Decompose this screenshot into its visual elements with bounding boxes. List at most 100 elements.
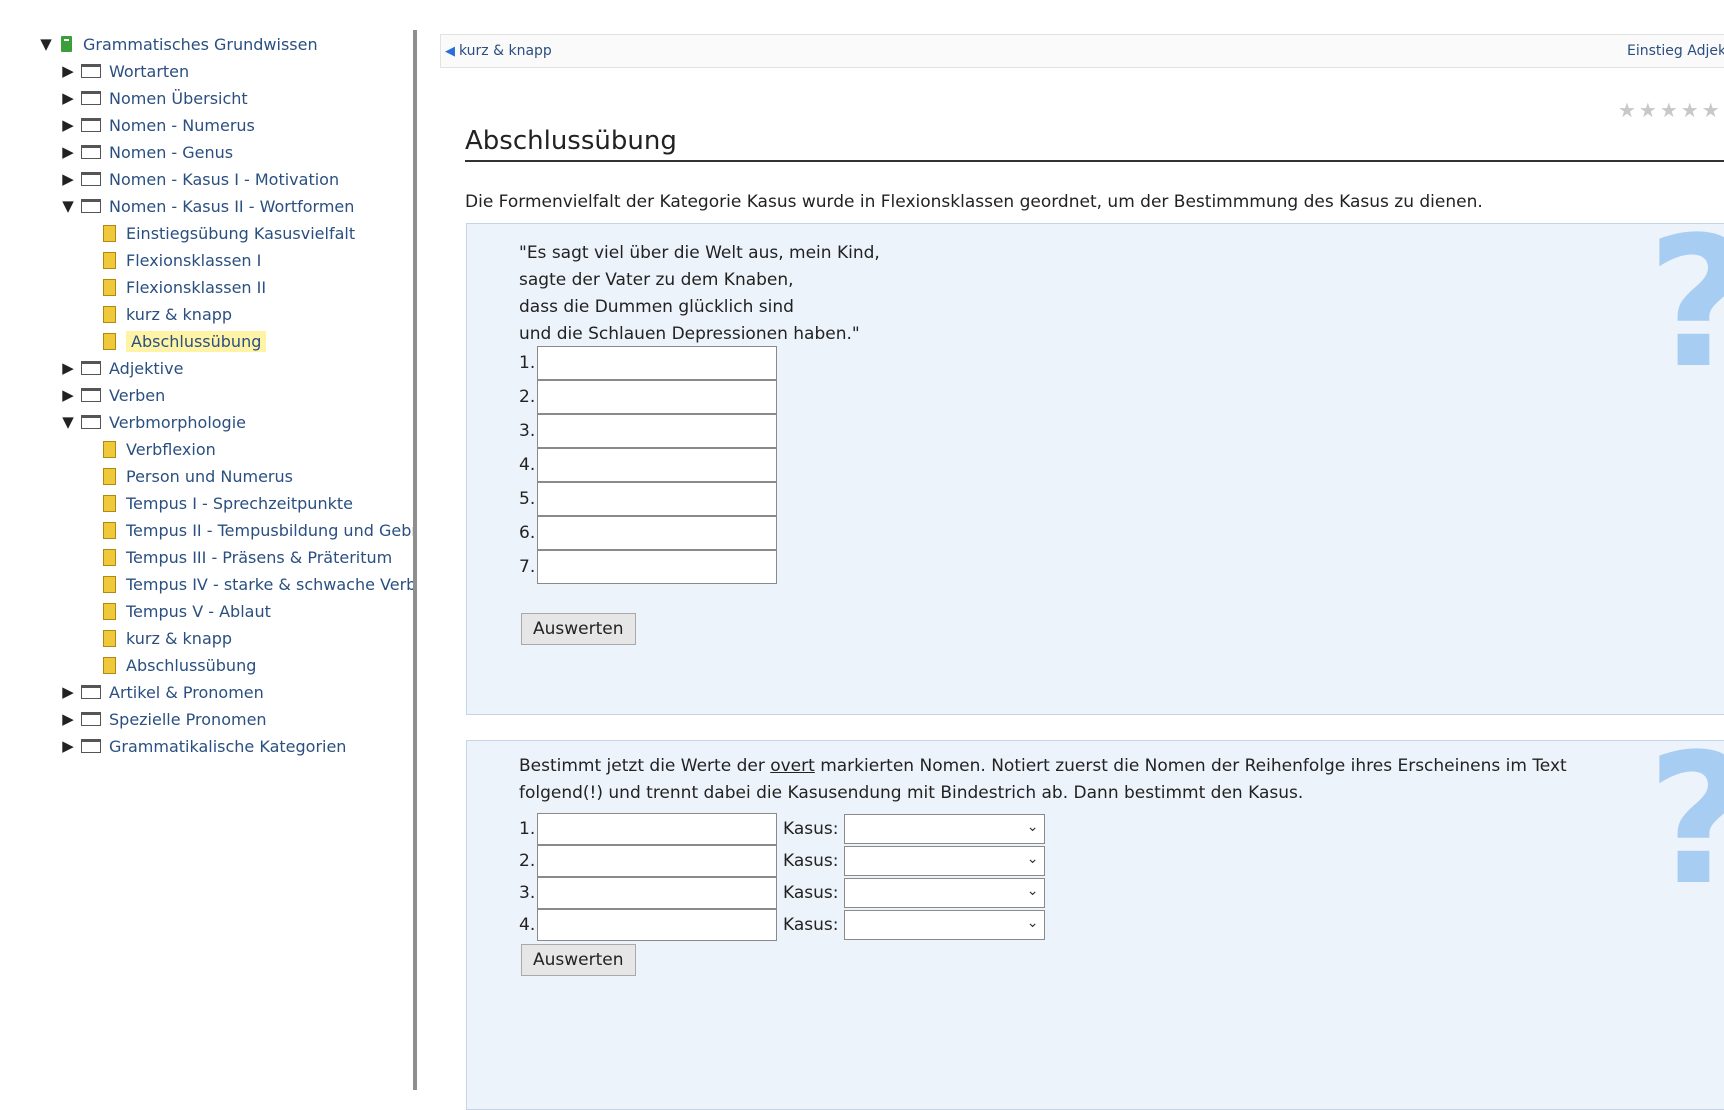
- expand-arrow-icon[interactable]: ▶: [55, 170, 81, 188]
- chevron-down-icon: ⌄: [1026, 851, 1039, 867]
- folder-icon: [81, 172, 101, 186]
- tree-page[interactable]: Abschlussübung: [103, 651, 256, 679]
- noun-input[interactable]: [537, 909, 777, 941]
- row-number: 7.: [519, 557, 536, 577]
- kasus-select[interactable]: ⌄: [844, 814, 1046, 844]
- page-icon: [103, 305, 116, 323]
- page-icon: [103, 656, 116, 674]
- tree-page[interactable]: Tempus I - Sprechzeitpunkte: [103, 489, 353, 517]
- tree-item-label: Abschlussübung: [126, 655, 257, 675]
- expand-arrow-icon[interactable]: ▶: [55, 359, 81, 377]
- tree-folder[interactable]: ▶ Artikel & Pronomen: [55, 678, 264, 706]
- page-icon: [103, 602, 116, 620]
- tree-folder[interactable]: ▼ Verbmorphologie: [55, 408, 246, 436]
- expand-arrow-icon[interactable]: ▶: [55, 710, 81, 728]
- tree-item-label: Tempus I - Sprechzeitpunkte: [126, 493, 353, 513]
- collapse-arrow-icon[interactable]: ▼: [55, 197, 81, 215]
- expand-arrow-icon[interactable]: ▶: [55, 143, 81, 161]
- tree-folder[interactable]: ▶ Wortarten: [55, 57, 189, 85]
- tree-folder[interactable]: ▶ Nomen - Numerus: [55, 111, 255, 139]
- tree-folder[interactable]: ▶ Nomen - Kasus I - Motivation: [55, 165, 339, 193]
- tree-page[interactable]: Einstiegsübung Kasusvielfalt: [103, 219, 355, 247]
- expand-arrow-icon[interactable]: ▶: [55, 386, 81, 404]
- tree-folder[interactable]: ▶ Spezielle Pronomen: [55, 705, 267, 733]
- next-page-link[interactable]: Einstieg Adjekt: [1627, 43, 1724, 59]
- tree-item-label: Verbmorphologie: [109, 412, 246, 432]
- answer-row: 4. Kasus: ⌄: [519, 909, 1046, 941]
- tree-page[interactable]: Flexionsklassen I: [103, 246, 261, 274]
- page-icon: [103, 494, 116, 512]
- page-icon: [103, 467, 116, 485]
- tree-page[interactable]: Tempus IV - starke & schwache Verbe: [103, 570, 413, 598]
- tree-item-label: Person und Numerus: [126, 466, 293, 486]
- tree-item-label: Spezielle Pronomen: [109, 709, 267, 729]
- quote-line: dass die Dummen glücklich sind: [519, 297, 794, 317]
- page-icon: [103, 521, 116, 539]
- noun-input[interactable]: [537, 877, 777, 909]
- tree-page[interactable]: Abschlussübung: [103, 327, 267, 355]
- expand-arrow-icon[interactable]: ▶: [55, 116, 81, 134]
- expand-arrow-icon[interactable]: ▶: [55, 737, 81, 755]
- tree-page[interactable]: Verbflexion: [103, 435, 216, 463]
- tree-folder[interactable]: ▼ Nomen - Kasus II - Wortformen: [55, 192, 354, 220]
- folder-icon: [81, 388, 101, 402]
- tree-folder[interactable]: ▶ Adjektive: [55, 354, 183, 382]
- answer-input[interactable]: [537, 414, 777, 448]
- page-icon: [103, 440, 116, 458]
- question-text-underlined: overt: [770, 756, 815, 776]
- tree-folder[interactable]: ▶ Verben: [55, 381, 165, 409]
- page-icon: [103, 575, 116, 593]
- tree-root-label: Grammatisches Grundwissen: [83, 34, 318, 54]
- tree-page[interactable]: Tempus II - Tempusbildung und Gebr: [103, 516, 417, 544]
- tree-item-label: Wortarten: [109, 61, 190, 81]
- noun-input[interactable]: [537, 845, 777, 877]
- answer-input[interactable]: [537, 346, 777, 380]
- kasus-label: Kasus:: [783, 851, 839, 871]
- kasus-select[interactable]: ⌄: [844, 878, 1046, 908]
- evaluate-button-1[interactable]: Auswerten: [521, 613, 636, 645]
- folder-icon: [81, 199, 101, 213]
- expand-arrow-icon[interactable]: ▶: [55, 89, 81, 107]
- folder-icon: [81, 145, 101, 159]
- folder-icon: [81, 712, 101, 726]
- answer-input[interactable]: [537, 448, 777, 482]
- tree-page[interactable]: Person und Numerus: [103, 462, 293, 490]
- tree-page[interactable]: Tempus V - Ablaut: [103, 597, 271, 625]
- tree-page[interactable]: kurz & knapp: [103, 624, 232, 652]
- noun-input[interactable]: [537, 813, 777, 845]
- answer-input[interactable]: [537, 482, 777, 516]
- kasus-select[interactable]: ⌄: [844, 846, 1046, 876]
- row-number: 3.: [519, 883, 536, 903]
- collapse-arrow-icon[interactable]: ▼: [55, 413, 81, 431]
- answer-input[interactable]: [537, 550, 777, 584]
- tree-item-label: Tempus II - Tempusbildung und Gebr: [126, 520, 417, 540]
- folder-icon: [81, 118, 101, 132]
- tree-page[interactable]: kurz & knapp: [103, 300, 232, 328]
- rating-stars-icon[interactable]: ★★★★★: [1618, 98, 1723, 122]
- answer-row: 2.: [519, 380, 777, 414]
- previous-page-link[interactable]: ◀ kurz & knapp: [445, 43, 552, 59]
- tree-root[interactable]: ▼ Grammatisches Grundwissen: [33, 30, 318, 58]
- answer-row: 3.: [519, 414, 777, 448]
- page-icon: [103, 629, 116, 647]
- answer-input[interactable]: [537, 380, 777, 414]
- collapse-arrow-icon[interactable]: ▼: [33, 35, 59, 53]
- answer-input[interactable]: [537, 516, 777, 550]
- tree-item-label: Flexionsklassen I: [126, 250, 262, 270]
- folder-icon: [81, 91, 101, 105]
- evaluate-button-2[interactable]: Auswerten: [521, 944, 636, 976]
- tree-item-label: kurz & knapp: [126, 304, 233, 324]
- tree-item-label: Grammatikalische Kategorien: [109, 736, 347, 756]
- expand-arrow-icon[interactable]: ▶: [55, 683, 81, 701]
- tree-item-label: Tempus III - Präsens & Präteritum: [126, 547, 393, 567]
- page-title: Abschlussübung: [465, 126, 1724, 162]
- kasus-select[interactable]: ⌄: [844, 910, 1046, 940]
- tree-folder[interactable]: ▶ Grammatikalische Kategorien: [55, 732, 346, 760]
- tree-folder[interactable]: ▶ Nomen Übersicht: [55, 84, 247, 112]
- expand-arrow-icon[interactable]: ▶: [55, 62, 81, 80]
- tree-folder[interactable]: ▶ Nomen - Genus: [55, 138, 233, 166]
- tree-page[interactable]: Flexionsklassen II: [103, 273, 266, 301]
- tree-page[interactable]: Tempus III - Präsens & Präteritum: [103, 543, 392, 571]
- folder-icon: [81, 64, 101, 78]
- row-number: 1.: [519, 353, 536, 373]
